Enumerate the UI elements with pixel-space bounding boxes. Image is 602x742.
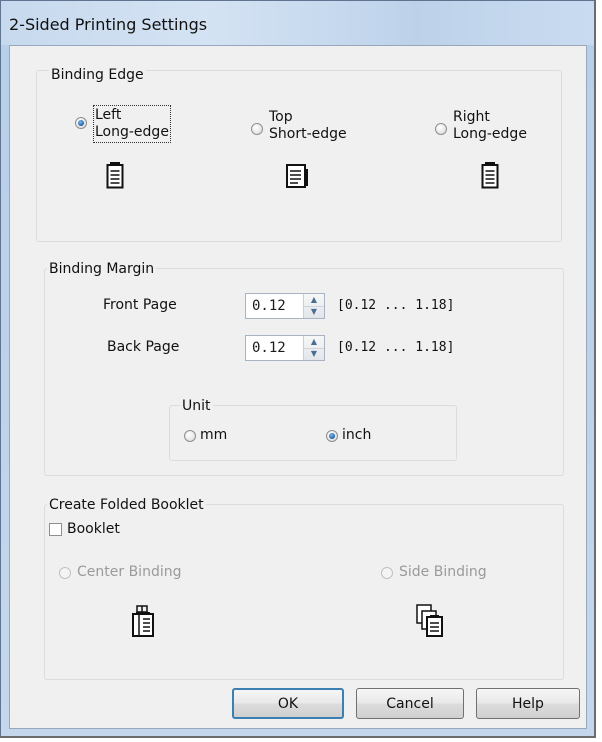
cancel-button[interactable]: Cancel <box>356 688 464 719</box>
booklet-checkbox[interactable] <box>49 523 62 536</box>
back-page-spin-buttons[interactable]: ▲ ▼ <box>303 336 324 360</box>
binding-edge-group: Binding Edge Left Long-edge Top Short-edge <box>36 67 562 242</box>
left-long-edge-label[interactable]: Left Long-edge <box>93 105 171 143</box>
right-long-edge-label[interactable]: Right Long-edge <box>453 109 527 143</box>
radio-right-long-edge[interactable] <box>435 123 447 135</box>
unit-inch-label[interactable]: inch <box>342 427 371 444</box>
front-page-range: [0.12 ... 1.18] <box>337 298 455 313</box>
binding-margin-group: Binding Margin Front Page 0.12 ▲ ▼ [0.12… <box>44 261 564 476</box>
dialog-window: 2-Sided Printing Settings Binding Edge L… <box>0 0 596 738</box>
help-button[interactable]: Help <box>476 688 580 719</box>
front-page-spin-buttons[interactable]: ▲ ▼ <box>303 294 324 318</box>
folded-booklet-label: Create Folded Booklet <box>47 497 206 513</box>
document-right-binding-icon <box>481 162 499 189</box>
radio-unit-inch[interactable] <box>326 430 338 442</box>
back-page-range: [0.12 ... 1.18] <box>337 340 455 355</box>
title-bar[interactable]: 2-Sided Printing Settings <box>1 1 594 45</box>
booklet-checkbox-label[interactable]: Booklet <box>67 521 120 538</box>
window-title: 2-Sided Printing Settings <box>9 15 208 34</box>
booklet-center-binding-icon <box>132 605 154 637</box>
front-page-label: Front Page <box>103 297 177 313</box>
binding-margin-label: Binding Margin <box>47 261 157 277</box>
radio-unit-mm[interactable] <box>184 430 196 442</box>
radio-left-long-edge[interactable] <box>75 117 87 129</box>
center-binding-label[interactable]: Center Binding <box>77 564 181 581</box>
unit-label: Unit <box>180 398 213 414</box>
back-page-spinner[interactable]: 0.12 ▲ ▼ <box>245 335 325 361</box>
radio-top-short-edge[interactable] <box>251 123 263 135</box>
binding-edge-label: Binding Edge <box>49 67 146 83</box>
spin-down-icon[interactable]: ▼ <box>304 348 324 360</box>
ok-button[interactable]: OK <box>232 688 344 719</box>
front-page-value[interactable]: 0.12 <box>252 298 286 314</box>
front-page-spinner[interactable]: 0.12 ▲ ▼ <box>245 293 325 319</box>
booklet-side-binding-icon <box>416 604 443 637</box>
folded-booklet-group: Create Folded Booklet Booklet Center Bin… <box>44 497 564 680</box>
back-page-label: Back Page <box>107 339 180 355</box>
top-short-edge-label[interactable]: Top Short-edge <box>269 109 347 143</box>
back-page-value[interactable]: 0.12 <box>252 340 286 356</box>
unit-mm-label[interactable]: mm <box>200 427 227 444</box>
side-binding-label[interactable]: Side Binding <box>399 564 487 581</box>
radio-center-binding[interactable] <box>59 567 71 579</box>
spin-down-icon[interactable]: ▼ <box>304 306 324 318</box>
unit-group: Unit mm inch <box>169 398 457 461</box>
document-left-binding-icon <box>106 162 124 189</box>
radio-side-binding[interactable] <box>381 567 393 579</box>
document-top-binding-icon <box>286 164 308 188</box>
dialog-body: Binding Edge Left Long-edge Top Short-edge <box>9 45 587 729</box>
